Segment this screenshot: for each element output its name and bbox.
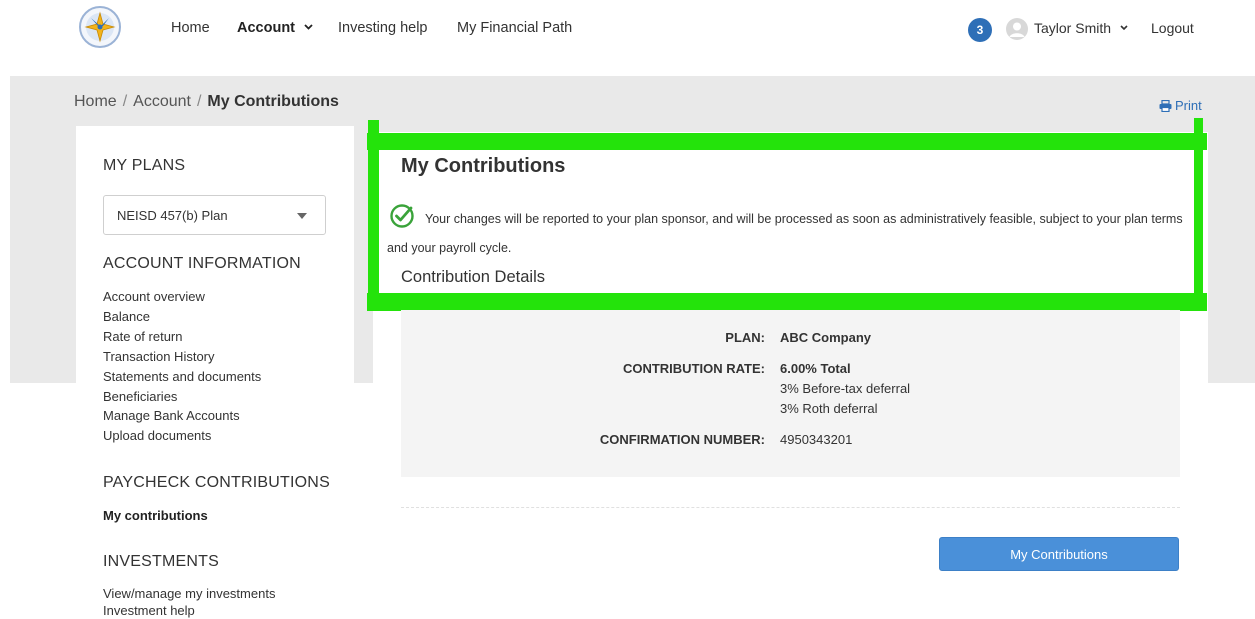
- sidebar-link-statements[interactable]: Statements and documents: [103, 367, 261, 387]
- printer-icon: [1159, 99, 1172, 113]
- contribution-details-panel: PLAN: ABC Company CONTRIBUTION RATE: 6.0…: [401, 310, 1180, 477]
- contribution-rate-before-tax: 3% Before-tax deferral: [780, 381, 911, 396]
- chevron-down-icon: [304, 24, 313, 30]
- success-message: Your changes will be reported to your pl…: [387, 212, 1183, 255]
- account-info-heading: ACCOUNT INFORMATION: [103, 255, 301, 272]
- dropdown-arrow-icon: [297, 213, 307, 219]
- nav-account-menu[interactable]: Account: [237, 20, 313, 36]
- confirmation-number-label: CONFIRMATION NUMBER:: [599, 432, 765, 447]
- breadcrumb-current: My Contributions: [207, 93, 339, 110]
- page-title: My Contributions: [401, 155, 566, 177]
- breadcrumb-account[interactable]: Account: [133, 93, 191, 110]
- sidebar-link-upload-documents[interactable]: Upload documents: [103, 426, 261, 446]
- breadcrumb-separator: /: [122, 93, 128, 110]
- north-east-compass-logo[interactable]: [78, 5, 122, 49]
- highlight-frame-bottom: [367, 293, 1207, 311]
- top-navbar: Home Account Investing help My Financial…: [0, 0, 1255, 76]
- investment-links: View/manage my investments Investment he…: [103, 585, 275, 619]
- contribution-rate-total: 6.00% Total: [780, 361, 851, 376]
- sidebar-link-transaction-history[interactable]: Transaction History: [103, 347, 261, 367]
- contribution-details-heading: Contribution Details: [401, 268, 545, 286]
- my-plans-heading: MY PLANS: [103, 157, 186, 174]
- sidebar-link-rate-of-return[interactable]: Rate of return: [103, 327, 261, 347]
- sidebar-link-beneficiaries[interactable]: Beneficiaries: [103, 387, 261, 407]
- notification-badge[interactable]: 3: [968, 18, 992, 42]
- contribution-rate-roth: 3% Roth deferral: [780, 401, 878, 416]
- sidebar-link-bank-accounts[interactable]: Manage Bank Accounts: [103, 406, 261, 426]
- sidebar-link-balance[interactable]: Balance: [103, 307, 261, 327]
- highlight-frame-inner-right: [1196, 148, 1202, 296]
- print-button[interactable]: Print: [1159, 98, 1202, 113]
- paycheck-contributions-heading: PAYCHECK CONTRIBUTIONS: [103, 474, 330, 491]
- print-label: Print: [1175, 98, 1202, 113]
- plan-select[interactable]: NEISD 457(b) Plan: [103, 195, 326, 235]
- confirmation-number-value: 4950343201: [780, 432, 853, 447]
- user-menu[interactable]: Taylor Smith: [1034, 20, 1128, 36]
- sidebar-link-my-contributions[interactable]: My contributions: [103, 508, 208, 523]
- breadcrumb: Home / Account / My Contributions: [74, 93, 339, 111]
- section-divider: [401, 507, 1180, 508]
- plan-value: ABC Company: [780, 330, 872, 345]
- contribution-rate-label: CONTRIBUTION RATE:: [622, 361, 765, 376]
- sidebar-link-investment-help[interactable]: Investment help: [103, 602, 275, 619]
- highlight-frame-top: [367, 133, 1207, 150]
- nav-investing-help-link[interactable]: Investing help: [338, 20, 427, 36]
- nav-account-label: Account: [237, 20, 295, 36]
- user-name-label: Taylor Smith: [1034, 20, 1112, 36]
- chevron-down-icon: [1120, 25, 1128, 31]
- breadcrumb-home[interactable]: Home: [74, 93, 117, 110]
- sidebar: MY PLANS NEISD 457(b) Plan ACCOUNT INFOR…: [76, 126, 354, 618]
- my-contributions-button[interactable]: My Contributions: [939, 537, 1179, 571]
- plan-label: PLAN:: [725, 330, 765, 345]
- nav-financial-path-link[interactable]: My Financial Path: [457, 20, 572, 36]
- plan-select-value: NEISD 457(b) Plan: [117, 208, 228, 223]
- breadcrumb-separator: /: [196, 93, 202, 110]
- user-avatar-icon[interactable]: [1006, 18, 1028, 40]
- nav-home-link[interactable]: Home: [171, 20, 210, 36]
- sidebar-link-manage-investments[interactable]: View/manage my investments: [103, 585, 275, 602]
- logout-link[interactable]: Logout: [1151, 20, 1194, 36]
- account-info-links: Account overview Balance Rate of return …: [103, 287, 261, 446]
- highlight-frame-inner-left: [370, 148, 374, 296]
- sidebar-link-account-overview[interactable]: Account overview: [103, 287, 261, 307]
- investments-heading: INVESTMENTS: [103, 553, 219, 570]
